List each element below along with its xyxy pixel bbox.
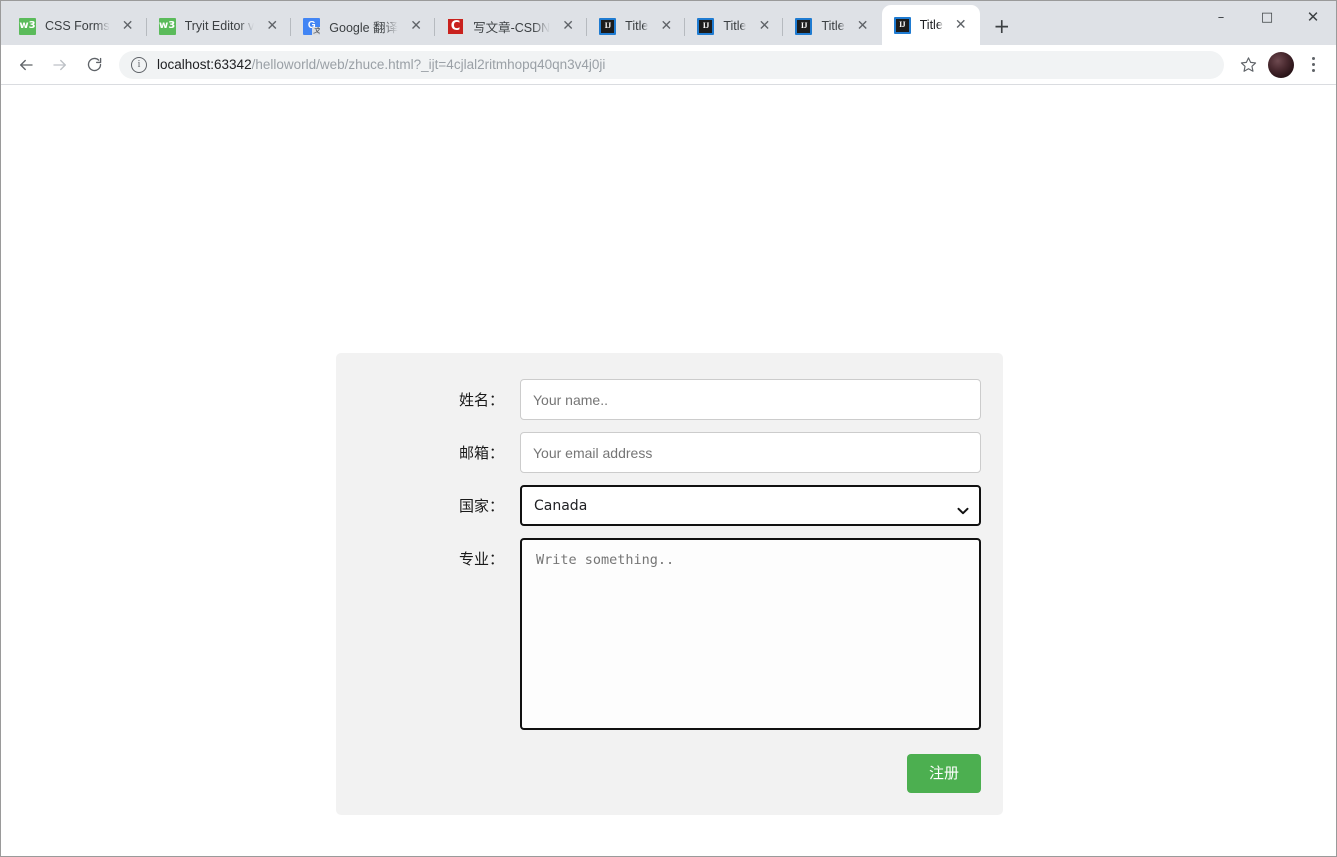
intellij-idea-icon: IJ — [893, 16, 911, 34]
browser-tab-6[interactable]: IJ Title ✕ — [685, 7, 784, 45]
maximize-button[interactable]: □ — [1244, 1, 1290, 33]
browser-toolbar: i localhost:63342/helloworld/web/zhuce.h… — [1, 45, 1336, 85]
intellij-idea-icon: IJ — [697, 17, 715, 35]
browser-tab-3[interactable]: G文 Google 翻译 ✕ — [291, 7, 435, 45]
major-textarea[interactable] — [520, 538, 981, 730]
window-close-button[interactable]: ✕ — [1290, 1, 1336, 33]
tab-title: Title — [723, 19, 747, 33]
country-label: 国家： — [458, 497, 504, 515]
tab-list: w3 CSS Forms ✕ w3 Tryit Editor v ✕ G文 Go… — [7, 1, 1016, 45]
close-icon[interactable]: ✕ — [556, 14, 580, 38]
submit-row: 注册 — [358, 742, 981, 793]
major-label: 专业： — [458, 550, 504, 568]
browser-tab-2[interactable]: w3 Tryit Editor v ✕ — [147, 7, 292, 45]
browser-tab-1[interactable]: w3 CSS Forms ✕ — [7, 7, 147, 45]
tab-title: Title — [919, 18, 943, 32]
window-controls: – □ ✕ — [1198, 1, 1336, 33]
country-select-wrapper: Canada — [520, 485, 981, 526]
google-translate-icon: G文 — [303, 17, 321, 35]
tab-title: Tryit Editor v — [184, 19, 255, 33]
w3schools-icon: w3 — [158, 17, 176, 35]
tab-title: CSS Forms — [45, 19, 110, 33]
country-selected-value: Canada — [534, 497, 588, 514]
close-icon[interactable]: ✕ — [949, 13, 973, 37]
csdn-icon: C — [447, 17, 465, 35]
url-path: /helloworld/web/zhuce.html?_ijt=4cjlal2r… — [251, 57, 606, 72]
email-label: 邮箱： — [458, 444, 504, 462]
avatar[interactable] — [1268, 51, 1294, 78]
bookmark-star-icon[interactable] — [1232, 49, 1264, 81]
browser-tab-5[interactable]: IJ Title ✕ — [587, 7, 686, 45]
reload-icon[interactable] — [77, 48, 111, 82]
close-icon[interactable]: ✕ — [752, 14, 776, 38]
chrome-menu-icon[interactable] — [1298, 49, 1328, 81]
close-icon[interactable]: ✕ — [260, 14, 284, 38]
close-icon[interactable]: ✕ — [404, 14, 428, 38]
email-input[interactable] — [520, 432, 981, 473]
browser-tab-7[interactable]: IJ Title ✕ — [783, 7, 881, 45]
tab-title: Title — [625, 19, 649, 33]
forward-icon[interactable] — [43, 48, 77, 82]
form-row-name: 姓名： — [358, 379, 981, 420]
tab-title: Google 翻译 — [329, 20, 399, 35]
registration-form: 姓名： 邮箱： 国家： Canada 专业： — [336, 353, 1003, 815]
close-icon[interactable]: ✕ — [851, 14, 875, 38]
register-button[interactable]: 注册 — [906, 754, 981, 793]
back-icon[interactable] — [9, 48, 43, 82]
browser-tab-4[interactable]: C 写文章-CSDN ✕ — [435, 7, 588, 45]
form-row-major: 专业： — [358, 538, 981, 730]
close-icon[interactable]: ✕ — [116, 14, 140, 38]
intellij-idea-icon: IJ — [599, 17, 617, 35]
name-input[interactable] — [520, 379, 981, 420]
browser-tab-8-active[interactable]: IJ Title ✕ — [881, 5, 980, 45]
new-tab-button[interactable]: + — [988, 12, 1016, 40]
tab-title: Title — [821, 19, 845, 33]
tab-strip: w3 CSS Forms ✕ w3 Tryit Editor v ✕ G文 Go… — [1, 1, 1336, 45]
url-text: localhost:63342/helloworld/web/zhuce.htm… — [157, 57, 605, 72]
country-select[interactable]: Canada — [520, 485, 981, 526]
tab-title: 写文章-CSDN — [473, 20, 551, 35]
intellij-idea-icon: IJ — [795, 17, 813, 35]
browser-window: w3 CSS Forms ✕ w3 Tryit Editor v ✕ G文 Go… — [0, 0, 1337, 857]
url-host: localhost:63342 — [157, 57, 252, 72]
address-bar[interactable]: i localhost:63342/helloworld/web/zhuce.h… — [119, 50, 1224, 79]
w3schools-icon: w3 — [19, 17, 36, 35]
page-viewport: 姓名： 邮箱： 国家： Canada 专业： — [1, 85, 1336, 856]
close-icon[interactable]: ✕ — [654, 14, 678, 38]
minimize-button[interactable]: – — [1198, 1, 1244, 33]
form-row-email: 邮箱： — [358, 432, 981, 473]
name-label: 姓名： — [458, 391, 504, 409]
site-info-icon[interactable]: i — [131, 56, 147, 73]
form-row-country: 国家： Canada — [358, 485, 981, 526]
